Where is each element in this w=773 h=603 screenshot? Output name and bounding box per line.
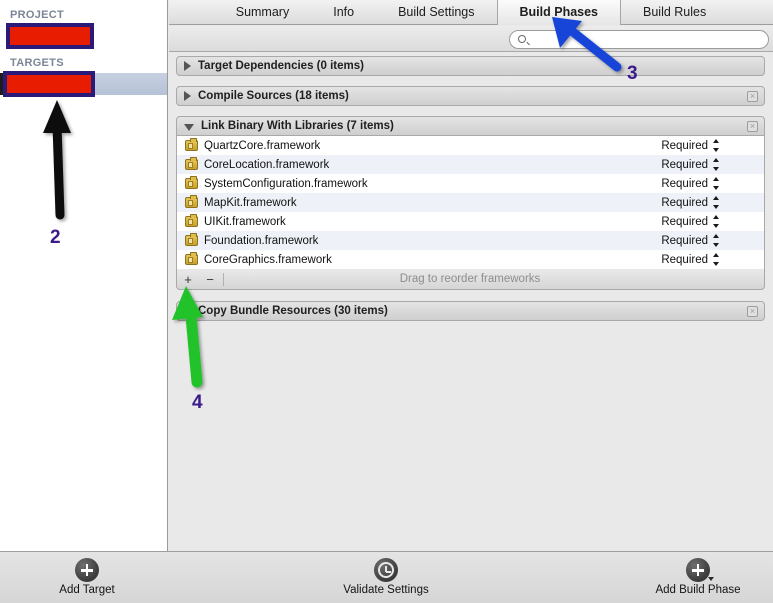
validate-settings-button[interactable]: Validate Settings <box>311 558 461 596</box>
framework-icon <box>185 138 198 151</box>
phase-title: Target Dependencies (0 items) <box>198 60 364 72</box>
plus-circle-icon <box>75 558 99 582</box>
status-stepper[interactable] <box>713 196 720 209</box>
filter-bar <box>169 26 773 52</box>
framework-status: Required <box>661 158 708 171</box>
target-name-redacted[interactable] <box>3 71 95 97</box>
phase-title: Link Binary With Libraries (7 items) <box>201 120 394 132</box>
annotation-number-2: 2 <box>50 227 61 248</box>
phase-header-link-binary-with-libraries[interactable]: Link Binary With Libraries (7 items) × <box>176 116 765 136</box>
framework-icon <box>185 176 198 189</box>
editor-tab-bar: Summary Info Build Settings Build Phases… <box>169 0 773 25</box>
frameworks-table: QuartzCore.framework Required CoreLocati… <box>176 136 765 269</box>
add-build-phase-label: Add Build Phase <box>655 584 741 596</box>
reorder-hint: Drag to reorder frameworks <box>399 273 541 285</box>
plus-circle-dropdown-icon <box>686 558 714 582</box>
search-input[interactable] <box>509 30 769 49</box>
close-icon[interactable]: × <box>747 121 758 132</box>
bottom-toolbar: Add Target Validate Settings Add Build P… <box>0 551 773 603</box>
disclosure-triangle-icon[interactable] <box>184 306 191 316</box>
annotation-number-4: 4 <box>192 392 203 413</box>
phase-title: Compile Sources (18 items) <box>198 90 349 102</box>
framework-icon <box>185 214 198 227</box>
framework-icon <box>185 252 198 265</box>
add-build-phase-button[interactable]: Add Build Phase <box>623 558 773 596</box>
status-stepper[interactable] <box>713 253 720 266</box>
status-stepper[interactable] <box>713 158 720 171</box>
table-row[interactable]: SystemConfiguration.framework Required <box>177 174 764 193</box>
framework-name: CoreGraphics.framework <box>204 253 332 266</box>
framework-name: QuartzCore.framework <box>204 139 321 152</box>
tab-summary[interactable]: Summary <box>214 0 311 25</box>
framework-status: Required <box>661 196 708 209</box>
framework-name: CoreLocation.framework <box>204 158 330 171</box>
toolbar-divider <box>223 272 224 286</box>
framework-icon <box>185 233 198 246</box>
phase-header-target-dependencies[interactable]: Target Dependencies (0 items) <box>176 56 765 76</box>
status-stepper[interactable] <box>713 177 720 190</box>
tab-build-phases[interactable]: Build Phases <box>496 0 622 25</box>
xcode-build-phases-window: PROJECT TARGETS Summary Info Build Setti… <box>0 0 773 603</box>
disclosure-triangle-icon[interactable] <box>184 61 191 71</box>
targets-section-header: TARGETS <box>10 57 64 69</box>
framework-name: SystemConfiguration.framework <box>204 177 368 190</box>
project-section-header: PROJECT <box>10 9 65 21</box>
project-name-redacted[interactable] <box>6 23 94 49</box>
framework-name: Foundation.framework <box>204 234 319 247</box>
chevron-down-icon <box>708 577 714 581</box>
annotation-number-3: 3 <box>627 63 638 84</box>
framework-name: MapKit.framework <box>204 196 297 209</box>
table-row[interactable]: UIKit.framework Required <box>177 212 764 231</box>
add-target-label: Add Target <box>59 584 115 596</box>
table-row[interactable]: CoreGraphics.framework Required <box>177 250 764 269</box>
table-row[interactable]: Foundation.framework Required <box>177 231 764 250</box>
close-icon[interactable]: × <box>747 91 758 102</box>
framework-icon <box>185 157 198 170</box>
status-stepper[interactable] <box>713 215 720 228</box>
table-row[interactable]: CoreLocation.framework Required <box>177 155 764 174</box>
framework-name: UIKit.framework <box>204 215 286 228</box>
framework-status: Required <box>661 177 708 190</box>
framework-status: Required <box>661 139 708 152</box>
status-stepper[interactable] <box>713 234 720 247</box>
tab-build-rules[interactable]: Build Rules <box>621 0 728 25</box>
framework-icon <box>185 195 198 208</box>
status-stepper[interactable] <box>713 139 720 152</box>
table-row[interactable]: QuartzCore.framework Required <box>177 136 764 155</box>
search-icon <box>518 35 526 43</box>
close-icon[interactable]: × <box>747 306 758 317</box>
disclosure-triangle-icon[interactable] <box>184 91 191 101</box>
table-row[interactable]: MapKit.framework Required <box>177 193 764 212</box>
tab-info[interactable]: Info <box>311 0 376 25</box>
tab-build-settings[interactable]: Build Settings <box>376 0 496 25</box>
add-framework-button[interactable]: + <box>177 269 199 290</box>
validate-settings-label: Validate Settings <box>343 584 429 596</box>
disclosure-triangle-icon[interactable] <box>184 124 194 131</box>
phase-header-copy-bundle-resources[interactable]: Copy Bundle Resources (30 items) × <box>176 301 765 321</box>
remove-framework-button[interactable]: − <box>199 269 221 290</box>
add-target-button[interactable]: Add Target <box>12 558 162 596</box>
framework-status: Required <box>661 215 708 228</box>
editor-pane: Summary Info Build Settings Build Phases… <box>169 0 773 551</box>
phase-header-compile-sources[interactable]: Compile Sources (18 items) × <box>176 86 765 106</box>
framework-status: Required <box>661 253 708 266</box>
framework-status: Required <box>661 234 708 247</box>
phase-title: Copy Bundle Resources (30 items) <box>198 305 388 317</box>
clock-icon <box>374 558 398 582</box>
project-targets-sidebar: PROJECT TARGETS <box>0 0 168 551</box>
frameworks-toolbar: + − Drag to reorder frameworks <box>176 269 765 290</box>
